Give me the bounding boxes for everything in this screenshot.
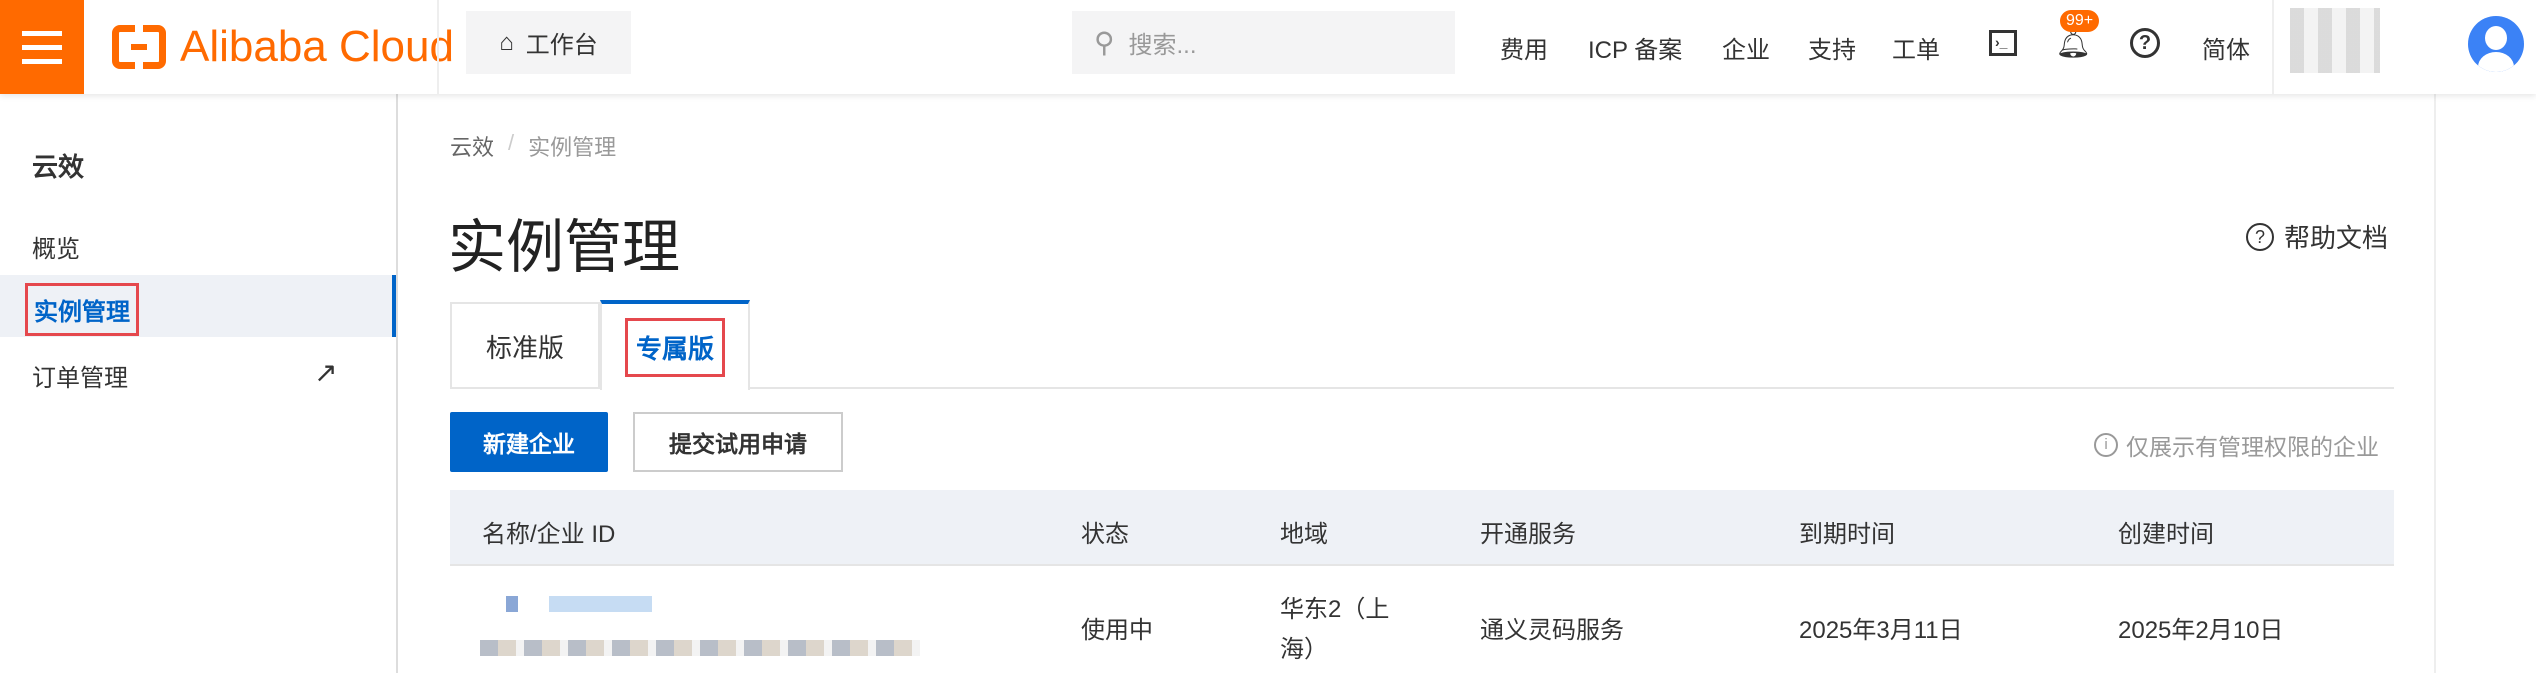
help-docs-link[interactable]: ? 帮助文档: [2246, 218, 2388, 255]
tab-standard[interactable]: 标准版: [450, 302, 600, 388]
row-region: 华东2（上海）: [1280, 596, 1390, 663]
notification-badge: 99+: [2060, 10, 2100, 32]
logo-icon: [112, 24, 166, 70]
alibaba-cloud-logo[interactable]: Alibaba Cloud: [112, 20, 454, 74]
tab-dedicated[interactable]: 专属版: [600, 300, 750, 390]
row-expire: 2025年3月11日: [1799, 617, 1963, 644]
help-docs-label: 帮助文档: [2284, 223, 2389, 253]
nav-enterprise[interactable]: 企业: [1722, 30, 1770, 65]
info-icon: i: [2094, 433, 2118, 457]
workbench-label: 工作台: [525, 32, 598, 59]
row-status: 使用中: [1081, 617, 1153, 644]
table-header: [450, 490, 2394, 566]
brand-text: Alibaba Cloud: [180, 22, 454, 71]
search-input[interactable]: ⚲ 搜索...: [1072, 11, 1455, 74]
th-region: 地域: [1280, 521, 1328, 548]
tab-standard-label: 标准版: [485, 332, 564, 363]
th-status: 状态: [1081, 521, 1129, 548]
search-icon: ⚲: [1094, 27, 1115, 58]
home-icon: ⌂: [499, 28, 514, 56]
help-icon[interactable]: ?: [2128, 26, 2162, 60]
top-bar: Alibaba Cloud ⌂ 工作台 ⚲ 搜索... 费用 ICP 备案 企业 支…: [0, 0, 2536, 94]
breadcrumb: 云效 / 实例管理: [450, 130, 616, 162]
nav-icp[interactable]: ICP 备案: [1588, 30, 1682, 65]
create-enterprise-label: 新建企业: [483, 431, 575, 457]
tab-dedicated-label: 专属版: [624, 317, 725, 377]
external-link-icon[interactable]: ↗: [314, 356, 337, 389]
nav-ticket[interactable]: 工单: [1892, 30, 1940, 65]
right-panel-border: [2434, 94, 2436, 673]
divider: [437, 0, 439, 94]
row-service: 通义灵码服务: [1480, 617, 1624, 644]
create-enterprise-button[interactable]: 新建企业: [450, 412, 608, 472]
submit-trial-label: 提交试用申请: [669, 431, 807, 457]
notice-text: 仅展示有管理权限的企业: [2126, 434, 2379, 460]
question-icon: ?: [2246, 222, 2274, 251]
avatar[interactable]: [2468, 16, 2524, 72]
nav-support[interactable]: 支持: [1808, 30, 1856, 65]
nav-billing[interactable]: 费用: [1500, 30, 1548, 65]
th-created: 创建时间: [2118, 521, 2214, 548]
divider: [2272, 0, 2274, 94]
submit-trial-button[interactable]: 提交试用申请: [633, 412, 843, 472]
th-service: 开通服务: [1480, 521, 1576, 548]
breadcrumb-separator: /: [508, 130, 515, 155]
menu-button[interactable]: [0, 0, 84, 94]
sidebar-item-overview[interactable]: 概览: [32, 229, 80, 264]
page-title: 实例管理: [448, 215, 681, 280]
sidebar-item-instances[interactable]: 实例管理: [25, 283, 139, 336]
enterprise-name-blurred[interactable]: [480, 596, 652, 612]
sidebar-title: 云效: [32, 152, 85, 182]
permission-notice: i 仅展示有管理权限的企业: [2094, 428, 2379, 462]
terminal-icon[interactable]: ›_: [1986, 26, 2020, 60]
breadcrumb-yunxiao[interactable]: 云效: [450, 130, 494, 162]
account-name-blurred[interactable]: [2290, 8, 2380, 73]
sidebar-item-orders[interactable]: 订单管理: [32, 358, 128, 393]
breadcrumb-current: 实例管理: [528, 135, 617, 160]
row-created: 2025年2月10日: [2118, 617, 2284, 644]
language-switch[interactable]: 简体: [2202, 30, 2250, 65]
workbench-button[interactable]: ⌂ 工作台: [466, 11, 631, 74]
th-expire: 到期时间: [1799, 521, 1895, 548]
enterprise-id-blurred: [480, 640, 920, 656]
search-placeholder: 搜索...: [1128, 32, 1197, 59]
th-name: 名称/企业 ID: [482, 521, 616, 548]
